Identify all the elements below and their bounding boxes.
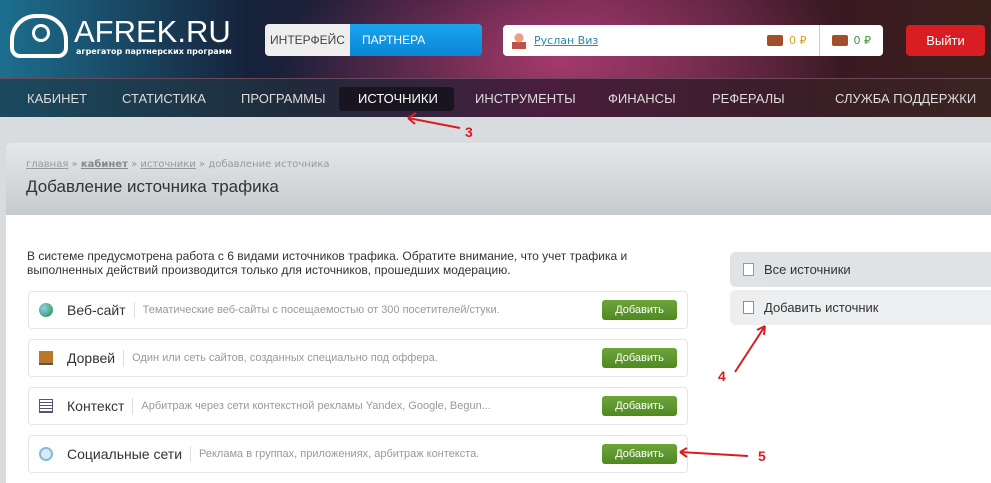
annotation-5: 5 bbox=[758, 448, 766, 464]
annotation-3: 3 bbox=[465, 124, 473, 140]
arrow-5 bbox=[679, 447, 749, 458]
annotation-arrows bbox=[407, 112, 766, 458]
arrow-4 bbox=[734, 325, 766, 373]
arrow-3 bbox=[407, 112, 461, 129]
annotation-4: 4 bbox=[718, 368, 726, 384]
